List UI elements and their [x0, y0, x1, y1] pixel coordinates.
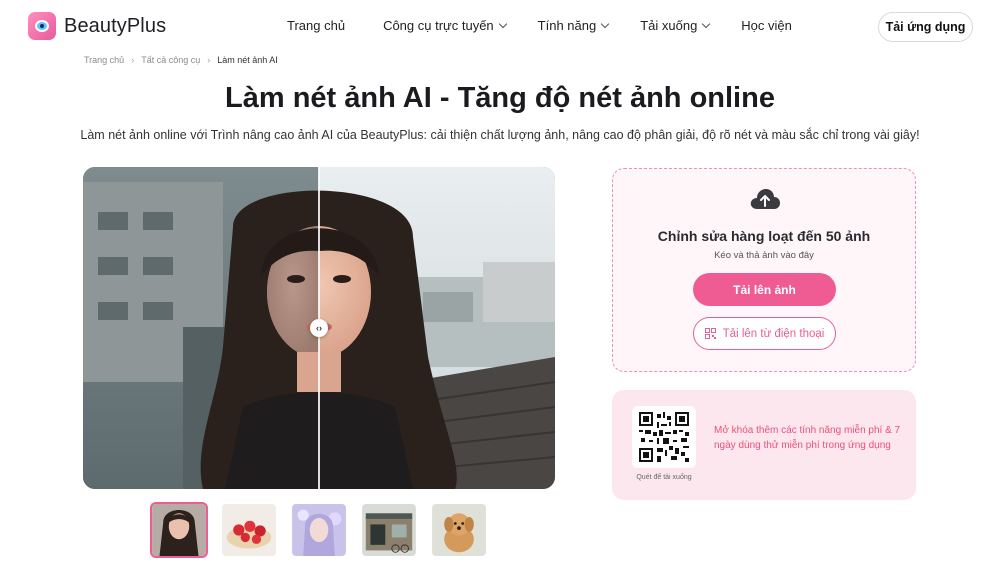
- chevron-down-icon: [498, 19, 507, 28]
- breadcrumb-current: Làm nét ảnh AI: [217, 55, 278, 65]
- nav-academy[interactable]: Học viện: [741, 18, 792, 33]
- chevron-right-icon: ›: [131, 55, 135, 65]
- nav-downloads[interactable]: Tải xuống: [640, 18, 711, 33]
- brand-logo[interactable]: BeautyPlus: [28, 12, 166, 40]
- breadcrumb-all-tools[interactable]: Tất cả công cụ: [141, 55, 200, 65]
- nav-downloads-label: Tải xuống: [640, 18, 698, 33]
- upload-from-phone-button[interactable]: Tải lên từ điện thoại: [693, 317, 836, 350]
- breadcrumb: Trang chủ › Tất cả công cụ › Làm nét ảnh…: [84, 55, 278, 65]
- thumbnail-strawberry-cake[interactable]: [220, 502, 278, 558]
- nav-home-label: Trang chủ: [287, 18, 346, 33]
- brand-name: BeautyPlus: [64, 14, 167, 37]
- thumbnail-storefront[interactable]: [360, 502, 418, 558]
- thumbnail-fantasy-portrait[interactable]: [290, 502, 348, 558]
- app-promo-card: Quét để tải xuống Mở khóa thêm các tính …: [612, 390, 916, 500]
- thumbnail-portrait-girl[interactable]: [150, 502, 208, 558]
- nav-online-tools-label: Công cụ trực tuyến: [383, 18, 494, 33]
- compare-slider-handle-icon[interactable]: ‹›: [310, 319, 328, 337]
- main-nav: Trang chủ Công cụ trực tuyến Tính năng T…: [287, 18, 792, 33]
- page-subtitle: Làm nét ảnh online với Trình nâng cao ản…: [80, 128, 920, 142]
- camera-logo-icon: [28, 12, 56, 40]
- nav-home[interactable]: Trang chủ: [287, 18, 345, 33]
- upload-from-phone-label: Tải lên từ điện thoại: [722, 327, 825, 340]
- chevron-down-icon: [702, 19, 711, 28]
- download-app-button[interactable]: Tải ứng dụng: [878, 12, 973, 42]
- nav-features-label: Tính năng: [537, 18, 597, 33]
- nav-academy-label: Học viện: [741, 18, 792, 33]
- qr-code-icon: [639, 412, 689, 462]
- nav-online-tools[interactable]: Công cụ trực tuyến: [383, 18, 507, 33]
- promo-text: Mở khóa thêm các tính năng miễn phí & 7 …: [714, 425, 901, 451]
- cloud-upload-icon: [750, 189, 780, 209]
- batch-edit-title: Chỉnh sửa hàng loạt đến 50 ảnh: [657, 228, 871, 244]
- sample-thumbnails: [150, 502, 488, 558]
- breadcrumb-home[interactable]: Trang chủ: [84, 55, 124, 65]
- drag-drop-hint: Kéo và thả ảnh vào đây: [714, 250, 814, 261]
- upload-photo-button[interactable]: Tải lên ảnh: [693, 273, 836, 306]
- qr-caption: Quét để tải xuống: [636, 474, 692, 481]
- page-title: Làm nét ảnh AI - Tăng độ nét ảnh online: [225, 82, 775, 114]
- nav-features[interactable]: Tính năng: [537, 18, 610, 33]
- thumbnail-puppy[interactable]: [430, 502, 488, 558]
- upload-dropzone[interactable]: Chỉnh sửa hàng loạt đến 50 ảnh Kéo và th…: [612, 168, 916, 372]
- chevron-right-icon: ›: [207, 55, 211, 65]
- chevron-down-icon: [600, 19, 610, 28]
- before-after-preview[interactable]: ‹›: [83, 167, 555, 489]
- site-header: BeautyPlus Trang chủ Công cụ trực tuyến …: [0, 0, 1000, 52]
- download-qr-code: [632, 406, 696, 468]
- qr-code-icon: [704, 328, 716, 339]
